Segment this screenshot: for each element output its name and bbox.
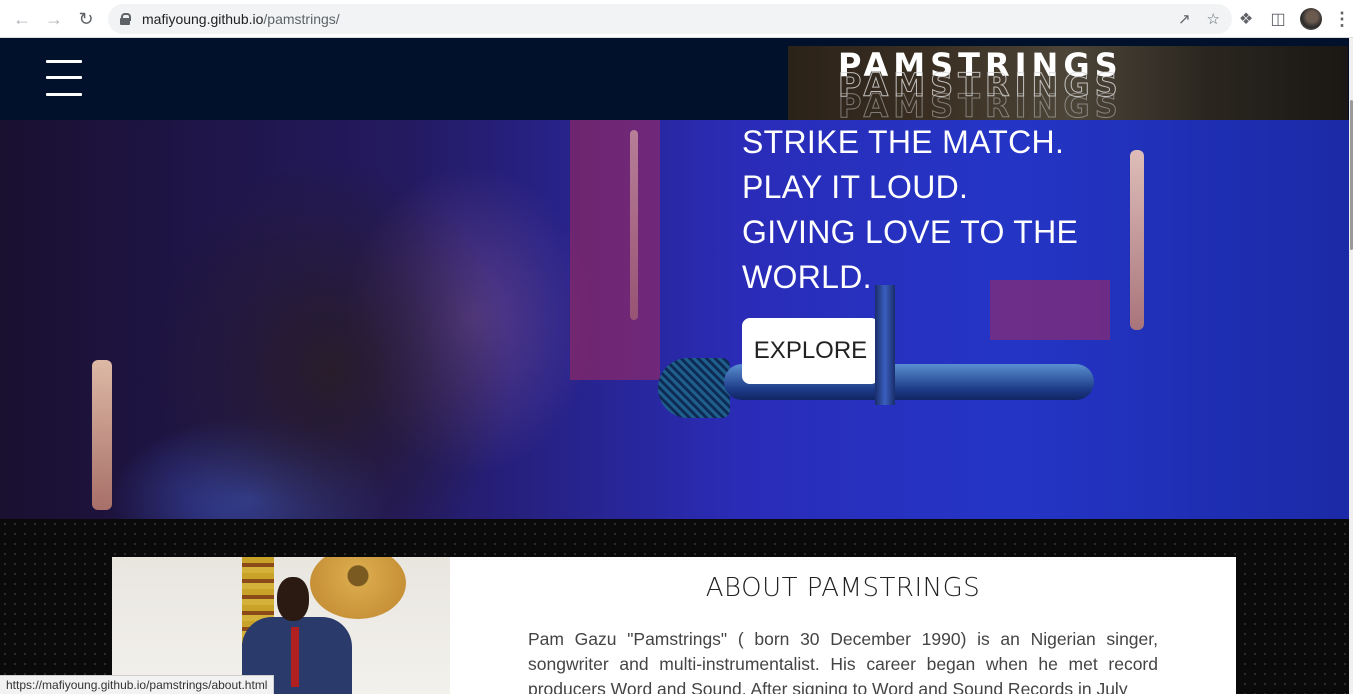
browser-menu-icon[interactable]: ⋮ — [1333, 9, 1351, 29]
hamburger-menu-icon[interactable] — [46, 60, 82, 96]
about-section: ABOUT PAMSTRINGS Pam Gazu "Pamstrings" (… — [0, 519, 1353, 694]
guitar-image — [310, 557, 406, 619]
share-icon[interactable]: ↗ — [1178, 10, 1191, 28]
browser-toolbar: ← → ↻ mafiyoung.github.io/pamstrings/ ↗ … — [0, 0, 1353, 38]
side-panel-icon[interactable]: ◫ — [1268, 9, 1288, 29]
stage-light — [630, 130, 638, 320]
hero-line: STRIKE THE MATCH. — [742, 124, 1065, 160]
lock-icon[interactable] — [120, 13, 131, 25]
link-status-bar: https://mafiyoung.github.io/pamstrings/a… — [0, 675, 275, 694]
about-body: Pam Gazu "Pamstrings" ( born 30 December… — [528, 629, 1158, 694]
hero-tagline: STRIKE THE MATCH. PLAY IT LOUD. GIVING L… — [742, 120, 1162, 300]
back-icon[interactable]: ← — [6, 3, 38, 35]
logo-text-echo: PAMSTRINGS — [838, 87, 1123, 121]
forward-icon[interactable]: → — [38, 3, 70, 35]
explore-button[interactable]: EXPLORE — [742, 318, 879, 384]
hero-line: WORLD. — [742, 259, 872, 295]
site-header: PAMSTRINGS PAMSTRINGS PAMSTRINGS — [0, 38, 1353, 120]
logo-banner[interactable]: PAMSTRINGS PAMSTRINGS PAMSTRINGS — [788, 46, 1348, 120]
extensions-icon[interactable]: ❖ — [1236, 9, 1256, 29]
about-card: ABOUT PAMSTRINGS Pam Gazu "Pamstrings" (… — [450, 557, 1236, 694]
url-domain: mafiyoung.github.io — [142, 11, 264, 27]
bookmark-star-icon[interactable]: ☆ — [1207, 10, 1220, 28]
url-text[interactable]: mafiyoung.github.io/pamstrings/ — [142, 11, 340, 27]
hero-section: STRIKE THE MATCH. PLAY IT LOUD. GIVING L… — [0, 120, 1349, 519]
artist-photo — [112, 557, 450, 694]
hero-line: GIVING LOVE TO THE — [742, 214, 1079, 250]
hero-line: PLAY IT LOUD. — [742, 169, 969, 205]
stage-light — [92, 360, 112, 510]
url-path: /pamstrings/ — [263, 11, 340, 27]
reload-icon[interactable]: ↻ — [70, 3, 102, 35]
stage-backdrop — [570, 120, 660, 380]
profile-avatar[interactable] — [1300, 8, 1322, 30]
about-title: ABOUT PAMSTRINGS — [705, 573, 981, 603]
address-bar[interactable]: mafiyoung.github.io/pamstrings/ ↗ ☆ — [108, 4, 1232, 34]
mic-stand — [875, 285, 895, 405]
